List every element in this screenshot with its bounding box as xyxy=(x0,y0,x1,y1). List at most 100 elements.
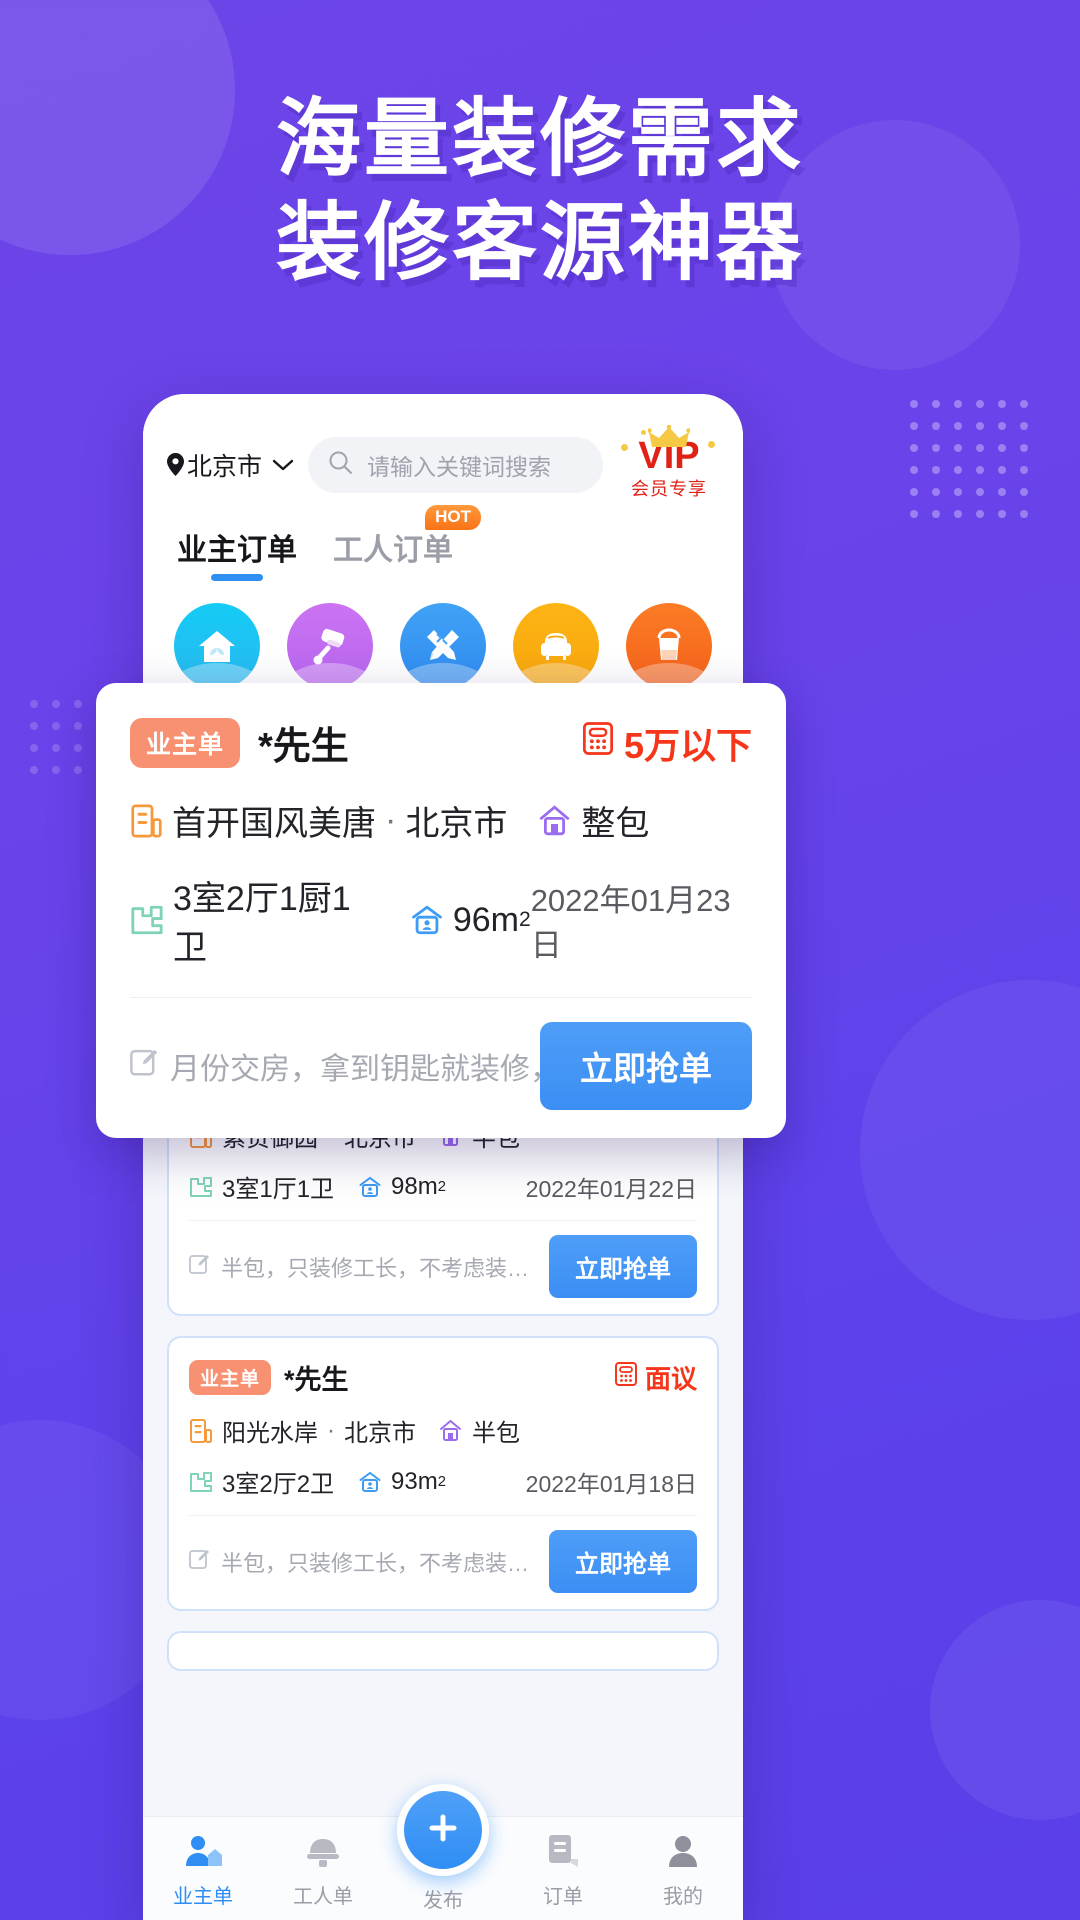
note-text: 月份交房，拿到钥匙就装修，… xyxy=(170,1053,540,1086)
order-card-specs: 3室1厅1卫 98m 2 2022年01月22日 xyxy=(189,1169,697,1204)
featured-order-card[interactable]: 业主单 *先生 5万以下 首开国风美唐 · 北京市 整包 3室2厅1厨1卫 96… xyxy=(96,683,786,1138)
calculator-icon xyxy=(614,1362,637,1393)
pencil-ruler-icon xyxy=(400,603,486,689)
decor-dot-grid-right xyxy=(910,400,1028,518)
armchair-icon xyxy=(513,603,599,689)
note-pencil-icon xyxy=(189,1548,211,1576)
area-group: 96m 2 xyxy=(410,901,531,940)
order-card-footer: 半包，只装修工长，不考虑装… 立即抢单 xyxy=(189,1530,697,1593)
layout-text: 3室2厅1厨1卫 xyxy=(173,880,351,967)
note-text: 半包，只装修工长，不考虑装… xyxy=(221,1255,530,1281)
publish-fab-button[interactable] xyxy=(397,1784,489,1876)
order-type-tag: 业主单 xyxy=(130,717,241,768)
customer-name: *先生 xyxy=(284,1365,349,1395)
profile-icon xyxy=(666,1835,700,1873)
grab-order-button[interactable]: 立即抢单 xyxy=(540,1022,752,1110)
floorplan-icon xyxy=(189,1470,213,1494)
tab-worker-orders[interactable]: 工人订单 HOT xyxy=(333,505,481,581)
order-date: 2022年01月22日 xyxy=(525,1175,697,1202)
search-input[interactable]: 请输入关键词搜索 xyxy=(308,436,603,493)
area-unit: 2 xyxy=(437,1473,447,1490)
tab-owner-orders[interactable]: 业主订单 xyxy=(177,525,297,581)
area-group: 98m 2 xyxy=(358,1173,446,1201)
card-divider xyxy=(189,1515,697,1516)
order-type-tag: 业主单 xyxy=(189,1360,272,1395)
city-label: 北京市 xyxy=(187,452,263,481)
order-card-partial[interactable] xyxy=(167,1631,719,1671)
poster-headline: 海量装修需求 装修客源神器 xyxy=(0,88,1080,295)
layout-text: 3室1厅1卫 xyxy=(222,1176,335,1203)
floorplan-icon xyxy=(130,903,164,937)
order-city: 北京市 xyxy=(405,805,508,843)
house-leaf-icon xyxy=(174,603,260,689)
order-city: 北京市 xyxy=(344,1420,416,1447)
sparkle-left xyxy=(621,444,628,451)
sparkle-right xyxy=(708,441,715,448)
order-card[interactable]: 业主单 *先生 面议 阳光水岸 · 北京市 半包 3室2厅2卫 93m 2 20… xyxy=(167,1336,719,1611)
floorplan-icon xyxy=(189,1175,213,1199)
budget-text: 面议 xyxy=(644,1364,697,1394)
building-icon xyxy=(130,803,163,839)
paint-roller-icon xyxy=(287,603,373,689)
home-package-icon xyxy=(438,1418,463,1443)
sparkle-top xyxy=(641,430,646,435)
grab-order-button[interactable]: 立即抢单 xyxy=(549,1530,697,1593)
note-pencil-icon xyxy=(189,1253,211,1281)
nav-item-owner-orders[interactable]: 业主单 xyxy=(148,1833,258,1909)
search-placeholder: 请输入关键词搜索 xyxy=(367,453,552,480)
calculator-icon xyxy=(582,721,613,764)
decor-blob-mid-right xyxy=(860,980,1080,1320)
nav-item-publish[interactable]: 发布 xyxy=(388,1784,498,1913)
paint-bucket-icon xyxy=(626,603,712,689)
budget-value: 面议 xyxy=(614,1359,697,1396)
featured-card-footer: 月份交房，拿到钥匙就装修，… 立即抢单 xyxy=(130,1022,752,1110)
decor-blob-bottom-right xyxy=(930,1600,1080,1820)
note-pencil-icon xyxy=(130,1047,160,1085)
nav-label-worker-orders: 工人单 xyxy=(293,1885,353,1908)
area-text: 98m xyxy=(391,1172,438,1200)
budget-value: 5万以下 xyxy=(582,717,752,769)
location-separator: · xyxy=(385,801,397,839)
app-topbar: 北京市 请输入关键词搜索 VIP 会员专享 xyxy=(143,394,743,511)
nav-label-owner-orders: 业主单 xyxy=(173,1885,233,1908)
phone-mockup: 北京市 请输入关键词搜索 VIP 会员专享 业主订单 工人订单 HOT 紫贵御园… xyxy=(143,394,743,1920)
package-label: 半包 xyxy=(472,1420,520,1447)
order-note: 半包，只装修工长，不考虑装… xyxy=(189,1546,529,1578)
package-label: 整包 xyxy=(581,805,650,843)
nav-item-worker-orders[interactable]: 工人单 xyxy=(268,1833,378,1909)
owner-order-icon xyxy=(184,1835,222,1873)
area-text: 93m xyxy=(391,1467,438,1495)
layout-text: 3室2厅2卫 xyxy=(222,1471,335,1498)
tab-worker-orders-label: 工人订单 xyxy=(333,534,453,567)
city-selector[interactable]: 北京市 xyxy=(167,447,294,483)
grab-order-button[interactable]: 立即抢单 xyxy=(549,1235,697,1298)
headline-line-2: 装修客源神器 xyxy=(275,195,804,291)
order-note: 月份交房，拿到钥匙就装修，… xyxy=(130,1044,540,1088)
orders-icon xyxy=(546,1834,580,1873)
budget-text: 5万以下 xyxy=(623,724,752,766)
nav-label-publish: 发布 xyxy=(423,1890,463,1912)
area-unit: 2 xyxy=(518,908,531,931)
package-type: 半包 xyxy=(438,1413,520,1448)
area-text: 96m xyxy=(452,900,519,939)
nav-item-profile[interactable]: 我的 xyxy=(628,1833,738,1909)
location-pin-icon xyxy=(167,453,184,476)
plus-icon xyxy=(423,1808,463,1853)
note-text: 半包，只装修工长，不考虑装… xyxy=(221,1550,530,1576)
area-house-icon xyxy=(358,1175,382,1199)
order-note: 半包，只装修工长，不考虑装… xyxy=(189,1251,529,1283)
community-name: 首开国风美唐 xyxy=(172,805,376,843)
crown-icon xyxy=(647,424,691,456)
card-divider xyxy=(130,997,752,998)
order-card-specs: 3室2厅2卫 93m 2 2022年01月18日 xyxy=(189,1464,697,1499)
order-date: 2022年01月23日 xyxy=(530,883,731,963)
package-type: 整包 xyxy=(537,796,649,845)
home-package-icon xyxy=(537,803,572,838)
area-house-icon xyxy=(410,903,444,937)
vip-subtitle: 会员专享 xyxy=(631,479,707,499)
nav-item-orders[interactable]: 订单 xyxy=(508,1833,618,1909)
bottom-navigation: 业主单 工人单 发布 订单 我的 xyxy=(143,1784,743,1920)
vip-badge[interactable]: VIP 会员专享 xyxy=(617,424,721,501)
location-separator: · xyxy=(327,1416,335,1444)
order-type-tabs: 业主订单 工人订单 HOT xyxy=(143,505,743,581)
